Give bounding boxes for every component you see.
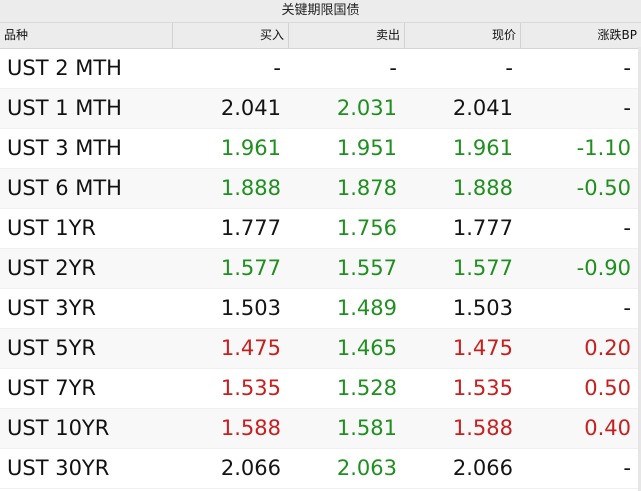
table-row[interactable]: UST 2YR 1.577 1.557 1.577 -0.90 [0,249,641,289]
cell-instrument-name: UST 30YR [7,456,110,480]
cell-ask: 1.557 [336,256,397,280]
cell-instrument-name: UST 1YR [7,216,96,240]
table-row[interactable]: UST 5YR 1.475 1.465 1.475 0.20 [0,329,641,369]
cell-instrument-name: UST 10YR [7,416,110,440]
column-header-ask[interactable]: 卖出 [289,23,405,48]
cell-change-bp: - [623,216,631,240]
cell-bid: 1.961 [220,136,281,160]
cell-ask: - [389,56,397,80]
cell-change-bp: -0.90 [576,256,631,280]
cell-instrument-name: UST 2 MTH [7,56,122,80]
cell-bid: 1.535 [220,376,281,400]
table-row[interactable]: UST 3 MTH 1.961 1.951 1.961 -1.10 [0,129,641,169]
cell-bid: 1.588 [220,416,281,440]
cell-ask: 1.528 [336,376,397,400]
cell-last: 1.888 [452,176,513,200]
table-row[interactable]: UST 1YR 1.777 1.756 1.777 - [0,209,641,249]
cell-instrument-name: UST 1 MTH [7,96,122,120]
cell-bid: 1.777 [220,216,281,240]
cell-bid: 1.577 [220,256,281,280]
cell-change-bp: -1.10 [576,136,631,160]
column-header-name[interactable]: 品种 [0,23,173,48]
cell-last: 1.535 [452,376,513,400]
cell-instrument-name: UST 5YR [7,336,96,360]
panel-title: 关键期限国债 [0,0,641,23]
cell-last: 1.503 [452,296,513,320]
table-row[interactable]: UST 10YR 1.588 1.581 1.588 0.40 [0,409,641,449]
table-row[interactable]: UST 6 MTH 1.888 1.878 1.888 -0.50 [0,169,641,209]
table-row[interactable]: UST 30YR 2.066 2.063 2.066 - [0,449,641,489]
cell-last: - [505,56,513,80]
treasury-quote-panel: 关键期限国债 品种 买入 卖出 现价 涨跌BP UST 2 MTH - - - - UST… [0,0,641,491]
cell-bid: 1.475 [220,336,281,360]
column-header-bid[interactable]: 买入 [173,23,289,48]
table-row[interactable]: UST 7YR 1.535 1.528 1.535 0.50 [0,369,641,409]
cell-ask: 1.951 [336,136,397,160]
cell-change-bp: 0.20 [584,336,631,360]
cell-change-bp: - [623,296,631,320]
cell-ask: 1.581 [336,416,397,440]
cell-ask: 1.756 [336,216,397,240]
table-row[interactable]: UST 1 MTH 2.041 2.031 2.041 - [0,89,641,129]
cell-ask: 1.465 [336,336,397,360]
cell-change-bp: 0.50 [584,376,631,400]
cell-change-bp: - [623,456,631,480]
cell-change-bp: - [623,56,631,80]
table-header: 品种 买入 卖出 现价 涨跌BP [0,23,641,49]
cell-last: 1.475 [452,336,513,360]
cell-instrument-name: UST 3 MTH [7,136,122,160]
table-row[interactable]: UST 2 MTH - - - - [0,49,641,89]
cell-ask: 1.489 [336,296,397,320]
column-header-change[interactable]: 涨跌BP [521,23,641,48]
cell-last: 1.577 [452,256,513,280]
cell-instrument-name: UST 6 MTH [7,176,122,200]
cell-last: 1.961 [452,136,513,160]
cell-change-bp: 0.40 [584,416,631,440]
cell-last: 1.777 [452,216,513,240]
cell-bid: 1.503 [220,296,281,320]
cell-ask: 1.878 [336,176,397,200]
cell-change-bp: -0.50 [576,176,631,200]
column-header-last[interactable]: 现价 [405,23,521,48]
cell-change-bp: - [623,96,631,120]
cell-instrument-name: UST 7YR [7,376,96,400]
quote-table-body: UST 2 MTH - - - - UST 1 MTH 2.041 2.031 2.041- US… [0,49,641,489]
cell-bid: 2.066 [220,456,281,480]
cell-instrument-name: UST 3YR [7,296,96,320]
cell-bid: 1.888 [220,176,281,200]
cell-last: 2.041 [452,96,513,120]
cell-last: 2.066 [452,456,513,480]
table-row[interactable]: UST 3YR 1.503 1.489 1.503 - [0,289,641,329]
cell-bid: - [273,56,281,80]
cell-last: 1.588 [452,416,513,440]
cell-bid: 2.041 [220,96,281,120]
cell-ask: 2.031 [336,96,397,120]
cell-ask: 2.063 [336,456,397,480]
cell-instrument-name: UST 2YR [7,256,96,280]
